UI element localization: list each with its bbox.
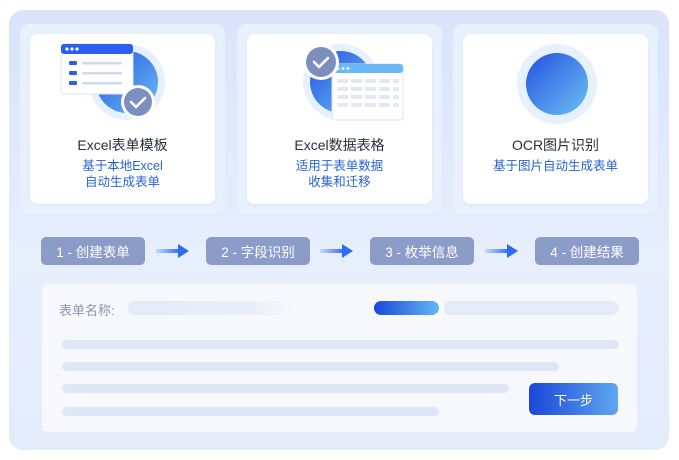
card-title: Excel表单模板	[77, 137, 168, 153]
card-ocr[interactable]: OCR图片识别 基于图片自动生成表单	[463, 34, 648, 204]
arrow-right-icon	[485, 244, 518, 258]
card-excel-template[interactable]: Excel表单模板 基于本地Excel 自动生成表单	[30, 34, 215, 204]
card-title: Excel数据表格	[294, 137, 385, 153]
card-description-line: 收集和迁移	[308, 175, 371, 189]
arrow-right-icon	[156, 244, 189, 258]
excel-table-icon	[303, 44, 404, 121]
placeholder-line	[62, 340, 619, 349]
next-step-button[interactable]: 下一步	[529, 383, 618, 415]
step-field-recognition: 2 - 字段识别	[206, 237, 310, 265]
card-excel-table[interactable]: Excel数据表格 适用于表单数据 收集和迁移	[247, 34, 432, 204]
card-description-line: 基于本地Excel	[82, 159, 163, 173]
excel-template-icon	[60, 43, 165, 120]
form-name-label: 表单名称:	[59, 303, 115, 318]
step-enum-info: 3 - 枚举信息	[370, 237, 474, 265]
card-description: 基于图片自动生成表单	[463, 158, 648, 174]
card-description: 适用于表单数据 收集和迁移	[247, 158, 432, 190]
card-description-line: 适用于表单数据	[295, 159, 384, 173]
form-name-input[interactable]	[128, 301, 293, 315]
step-create-form: 1 - 创建表单	[41, 237, 145, 265]
placeholder-line	[62, 384, 509, 393]
card-description-line: 基于图片自动生成表单	[492, 159, 618, 173]
step-create-result: 4 - 创建结果	[535, 237, 639, 265]
placeholder-field	[444, 301, 619, 315]
card-ocr-wrapper: OCR图片识别 基于图片自动生成表单	[453, 24, 658, 214]
progress-indicator	[374, 301, 439, 315]
card-excel-template-wrapper: Excel表单模板 基于本地Excel 自动生成表单	[20, 24, 225, 214]
card-excel-table-wrapper: Excel数据表格 适用于表单数据 收集和迁移	[237, 24, 442, 214]
ocr-circle-icon	[517, 44, 597, 124]
placeholder-line	[62, 407, 439, 416]
arrow-right-icon	[320, 244, 353, 258]
card-description: 基于本地Excel 自动生成表单	[30, 158, 215, 190]
card-description-line: 自动生成表单	[84, 175, 160, 189]
card-title: OCR图片识别	[511, 137, 600, 153]
placeholder-line	[62, 362, 559, 371]
